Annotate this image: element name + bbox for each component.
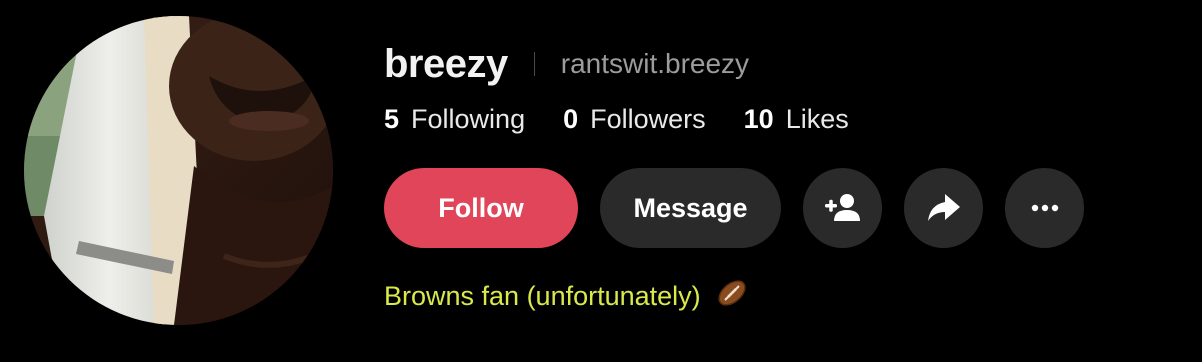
display-name: breezy (384, 41, 508, 86)
ellipsis-icon (1031, 204, 1058, 212)
stat-following[interactable]: 5 Following (384, 104, 525, 135)
person-plus-icon (824, 194, 860, 221)
avatar-photo (24, 16, 333, 325)
message-button[interactable]: Message (600, 168, 781, 248)
stat-count: 0 (563, 103, 579, 134)
stat-label: Followers (590, 103, 706, 134)
actions-row: Follow Message (384, 168, 1084, 248)
stats-row: 5 Following 0 Followers 10 Likes (384, 96, 1084, 142)
stat-followers[interactable]: 0 Followers (563, 104, 706, 135)
more-options-button[interactable] (1005, 168, 1084, 248)
bio-text: Browns fan (unfortunately) (384, 281, 701, 311)
football-icon (715, 276, 749, 317)
name-row: breezy rantswit.breezy (384, 36, 1084, 92)
stat-label: Likes (785, 103, 849, 134)
stat-likes: 10 Likes (744, 104, 849, 135)
share-button[interactable] (904, 168, 983, 248)
username: rantswit.breezy (560, 48, 750, 79)
share-arrow-icon (927, 194, 960, 221)
follow-button[interactable]: Follow (384, 168, 578, 248)
name-divider (533, 52, 535, 76)
profile-info: breezy rantswit.breezy 5 Following 0 Fol… (384, 36, 1084, 317)
add-friend-button[interactable] (803, 168, 882, 248)
stat-count: 10 (743, 103, 774, 134)
stat-label: Following (411, 103, 526, 134)
stat-count: 5 (384, 103, 400, 134)
bio: Browns fan (unfortunately) (384, 276, 1084, 317)
avatar[interactable] (24, 16, 333, 325)
